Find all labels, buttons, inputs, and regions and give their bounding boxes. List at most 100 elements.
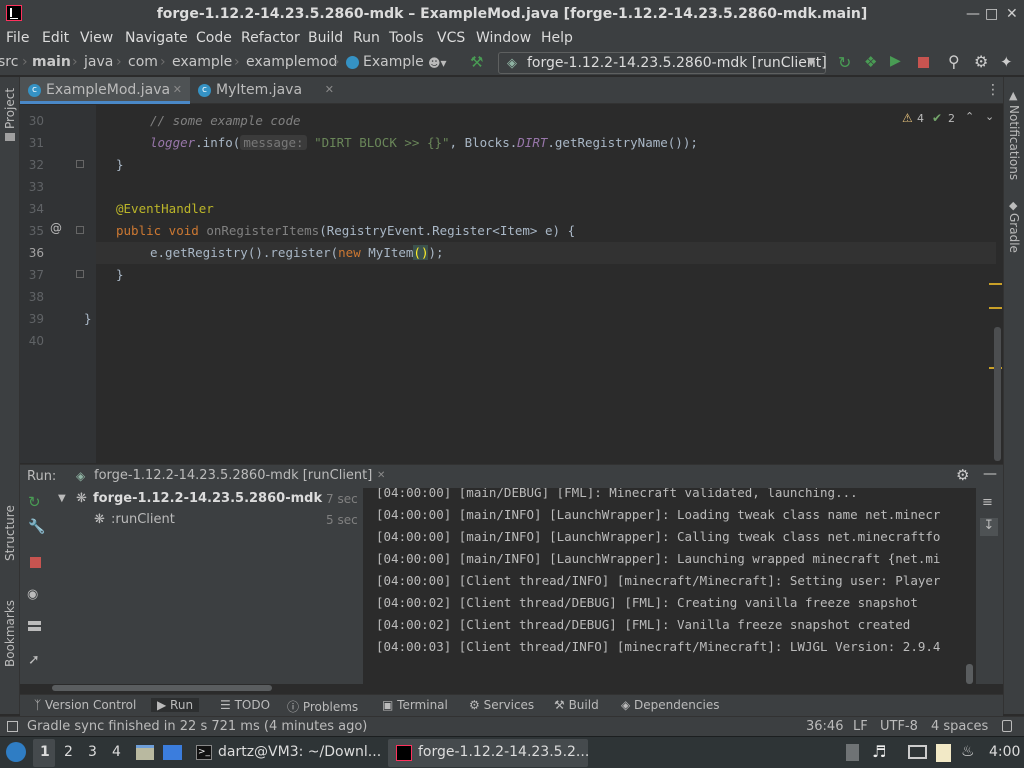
clipboard-icon[interactable] <box>936 744 951 762</box>
notifications-tool-button[interactable]: Notifications <box>1007 105 1021 180</box>
error-stripe-mark[interactable] <box>989 307 1002 309</box>
close-tab-icon[interactable]: ✕ <box>325 83 334 96</box>
taskbar-terminal-window[interactable]: dartz@VM3: ~/Downl... <box>218 744 381 760</box>
hide-panel-icon[interactable]: — <box>983 466 997 482</box>
console-output[interactable]: [04:00:00] [main/DEBUG] [FML]: Minecraft… <box>366 488 976 684</box>
line-separator[interactable]: LF <box>853 719 868 734</box>
fold-icon[interactable] <box>76 270 84 278</box>
build-hammer-icon[interactable]: ⚒ <box>470 53 483 71</box>
status-toggle-icon[interactable] <box>7 721 18 732</box>
indent-setting[interactable]: 4 spaces <box>931 719 988 734</box>
volume-icon[interactable]: ♬ <box>872 742 886 761</box>
lock-icon[interactable] <box>1002 720 1012 732</box>
file-encoding[interactable]: UTF-8 <box>880 719 918 734</box>
error-stripe-mark[interactable] <box>989 283 1002 285</box>
close-tab-icon[interactable]: ✕ <box>377 470 385 481</box>
menu-build[interactable]: Build <box>308 30 343 46</box>
run-configuration-selector[interactable]: ◈ forge-1.12.2-14.23.5.2860-mdk [runClie… <box>498 52 827 74</box>
menu-file[interactable]: File <box>6 30 29 46</box>
weak-warning-icon[interactable]: ✔ <box>932 111 942 125</box>
tool-tab-todo[interactable]: ☰ TODO <box>220 698 270 712</box>
workspace-4[interactable]: 4 <box>112 744 121 760</box>
breadcrumb-com[interactable]: com <box>128 54 158 70</box>
show-desktop-icon[interactable] <box>163 745 182 760</box>
bookmarks-tool-button[interactable]: Bookmarks <box>3 600 17 667</box>
chevron-down-icon[interactable]: ▼ <box>58 493 66 504</box>
stop-icon[interactable] <box>918 57 929 68</box>
maximize-icon[interactable]: □ <box>985 6 998 22</box>
rerun-icon[interactable]: ↻ <box>28 493 41 511</box>
breadcrumb-examplemod[interactable]: examplemod <box>246 54 337 70</box>
menu-code[interactable]: Code <box>196 30 232 46</box>
status-message[interactable]: Gradle sync finished in 22 s 721 ms (4 m… <box>27 719 367 734</box>
jetbrains-toolbox-icon[interactable]: ✦ <box>1000 53 1013 71</box>
taskbar-ide-window[interactable]: forge-1.12.2-14.23.5.2... <box>418 744 589 760</box>
pin-icon[interactable]: ➚ <box>28 652 40 668</box>
code-editor[interactable]: 30 31 32 33 34 35 36 37 38 39 40 @ // so… <box>20 105 1003 463</box>
tree-horizontal-scrollbar[interactable] <box>52 685 272 691</box>
tree-item-runclient[interactable]: :runClient <box>111 512 175 527</box>
more-tabs-icon[interactable]: ⋮ <box>986 82 1000 98</box>
workspace-1[interactable]: 1 <box>40 744 50 760</box>
tool-tab-build[interactable]: ⚒ Build <box>554 698 599 712</box>
menu-vcs[interactable]: VCS <box>437 30 465 46</box>
tool-tab-services[interactable]: ⚙ Services <box>469 698 534 712</box>
eye-icon[interactable]: ◉ <box>27 587 38 602</box>
menu-help[interactable]: Help <box>541 30 573 46</box>
start-menu-icon[interactable] <box>6 742 26 762</box>
menu-view[interactable]: View <box>80 30 113 46</box>
debug-bug-icon[interactable]: ❖ <box>864 53 877 71</box>
fold-icon[interactable] <box>76 226 84 234</box>
breadcrumb-class[interactable]: Example <box>363 54 424 70</box>
tool-tab-problems[interactable]: ⓘ Problems <box>287 698 358 715</box>
run-with-coverage-icon[interactable]: ▶ <box>890 53 901 69</box>
notification-bell-icon[interactable]: ♨ <box>961 742 974 760</box>
workspace-3[interactable]: 3 <box>88 744 97 760</box>
chevron-up-icon[interactable]: ⌃ <box>965 110 974 123</box>
gradle-tool-button[interactable]: Gradle <box>1007 213 1021 253</box>
menu-navigate[interactable]: Navigate <box>125 30 188 46</box>
breadcrumb-main[interactable]: main <box>32 54 71 70</box>
menu-refactor[interactable]: Refactor <box>241 30 300 46</box>
tab-myitem-java[interactable]: c MyItem.java ✕ <box>190 77 342 104</box>
trash-icon[interactable] <box>846 744 859 761</box>
tool-tab-dependencies[interactable]: ◈ Dependencies <box>621 698 719 712</box>
tool-tab-run[interactable]: ▶ Run <box>151 698 200 712</box>
implements-at-icon[interactable]: @ <box>50 221 62 235</box>
tree-item-root[interactable]: forge-1.12.2-14.23.5.2860-mdk <box>93 491 322 506</box>
wrench-icon[interactable]: 🔧 <box>28 519 45 535</box>
gear-icon[interactable]: ⚙ <box>974 52 988 71</box>
editor-scrollbar[interactable] <box>994 327 1001 461</box>
minimize-icon[interactable]: — <box>966 6 980 22</box>
structure-tool-button[interactable]: Structure <box>3 505 17 561</box>
breadcrumb-src[interactable]: src <box>0 54 18 70</box>
menu-tools[interactable]: Tools <box>389 30 424 46</box>
soft-wrap-icon[interactable]: ≡ <box>982 495 993 510</box>
menu-window[interactable]: Window <box>476 30 531 46</box>
close-icon[interactable]: ✕ <box>1006 6 1018 22</box>
console-vertical-scrollbar[interactable] <box>966 664 973 684</box>
close-tab-icon[interactable]: ✕ <box>173 83 182 96</box>
user-icon[interactable]: ☻▾ <box>428 56 447 70</box>
gear-icon[interactable]: ⚙ <box>956 466 969 484</box>
tool-tab-terminal[interactable]: ▣ Terminal <box>382 698 448 712</box>
display-icon[interactable] <box>908 745 927 759</box>
layout-icon[interactable] <box>28 621 41 631</box>
run-tab-label[interactable]: forge-1.12.2-14.23.5.2860-mdk [runClient… <box>94 468 372 483</box>
warning-icon[interactable]: ⚠ <box>902 111 913 125</box>
breadcrumb-java[interactable]: java <box>84 54 113 70</box>
menu-edit[interactable]: Edit <box>42 30 69 46</box>
workspace-2[interactable]: 2 <box>64 744 73 760</box>
stop-icon[interactable] <box>30 557 41 568</box>
search-icon[interactable]: ⚲ <box>948 52 960 71</box>
scroll-to-end-icon[interactable]: ↧ <box>980 518 998 536</box>
chevron-down-icon[interactable]: ⌄ <box>985 110 994 123</box>
fold-icon[interactable] <box>76 160 84 168</box>
tab-examplemod-java[interactable]: c ExampleMod.java ✕ <box>20 77 190 104</box>
menu-run[interactable]: Run <box>353 30 380 46</box>
tool-tab-version-control[interactable]: ᛉ Version Control <box>34 698 136 712</box>
file-manager-icon[interactable] <box>136 745 154 760</box>
breadcrumb-example[interactable]: example <box>172 54 232 70</box>
rerun-icon[interactable]: ↻ <box>838 53 851 72</box>
project-tool-button[interactable]: Project <box>3 88 17 129</box>
